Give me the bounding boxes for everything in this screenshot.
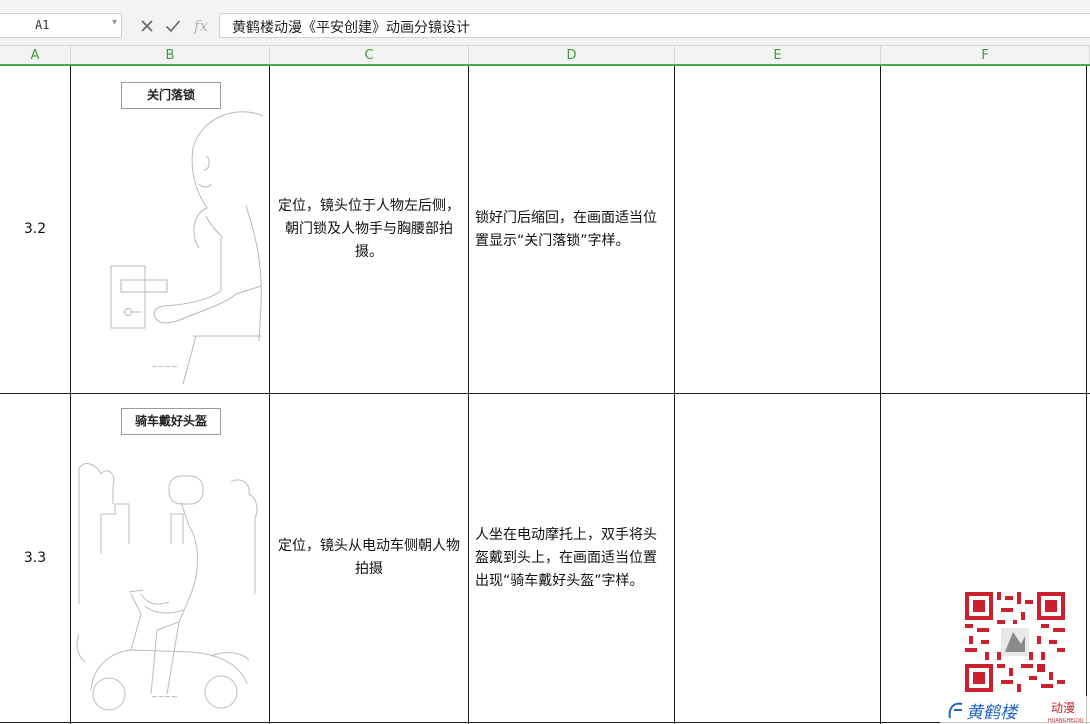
cell-storyboard-image[interactable]: 关门落锁 ~~~~ — [71, 66, 269, 393]
cell-shot-number[interactable]: 3.3 — [0, 394, 70, 722]
grid-line — [1086, 66, 1087, 724]
confirm-icon[interactable] — [165, 19, 181, 33]
sheet-grid: 3.2 关门落锁 ~~~~ 定位，镜头位于人物左后侧，朝门锁及人物手与胸腰部拍摄… — [0, 66, 1090, 724]
shot-number: 3.2 — [23, 221, 47, 237]
door-lock-sketch — [110, 111, 264, 385]
formula-input[interactable]: 黄鹤楼动漫《平安创建》动画分镜设计 — [219, 13, 1090, 38]
qr-code-icon — [965, 592, 1065, 692]
logo-tag: 动漫 — [1051, 701, 1075, 715]
chevron-down-icon[interactable]: ▾ — [112, 17, 117, 28]
cell-description[interactable]: 人坐在电动摩托上，双手将头盔戴到头上，在画面适当位置出现“骑车戴好头盔”字样。 — [469, 394, 674, 722]
column-header-d[interactable]: D — [469, 46, 675, 64]
cell-empty-f[interactable] — [881, 66, 1086, 393]
logo-brand: 黄鹤楼 — [966, 703, 1019, 723]
brand-logo: 黄鹤楼 动漫 HUANGHELOU — [940, 696, 1090, 724]
insert-function-icon[interactable]: fx — [194, 17, 208, 35]
column-header-c[interactable]: C — [270, 46, 469, 64]
description: 锁好门后缩回，在画面适当位置显示“关门落锁”字样。 — [475, 209, 657, 249]
cell-shot-number[interactable]: 3.2 — [0, 66, 70, 393]
formula-tools: fx — [140, 13, 208, 38]
storyboard-caption: 关门落锁 — [121, 82, 221, 109]
scooter-helmet-sketch — [76, 463, 258, 711]
column-header-f[interactable]: F — [881, 46, 1090, 64]
column-header-a[interactable]: A — [0, 46, 71, 64]
logo-latin: HUANGHELOU — [1048, 718, 1084, 724]
cancel-icon[interactable] — [140, 19, 154, 33]
storyboard-caption: 骑车戴好头盔 — [121, 408, 221, 435]
description: 人坐在电动摩托上，双手将头盔戴到头上，在画面适当位置出现“骑车戴好头盔”字样。 — [475, 526, 657, 589]
cell-description[interactable]: 锁好门后缩回，在画面适当位置显示“关门落锁”字样。 — [469, 66, 674, 393]
column-header-b[interactable]: B — [71, 46, 270, 64]
cell-reference: A1 — [35, 18, 50, 32]
cell-empty-e[interactable] — [675, 66, 880, 393]
cell-storyboard-image[interactable]: 骑车戴好头盔 ~~~~ — [71, 394, 269, 722]
formula-content: 黄鹤楼动漫《平安创建》动画分镜设计 — [232, 20, 470, 36]
cell-camera-note[interactable]: 定位，镜头位于人物左后侧，朝门锁及人物手与胸腰部拍摄。 — [270, 66, 468, 393]
shot-number: 3.3 — [23, 549, 47, 566]
cell-camera-note[interactable]: 定位，镜头从电动车侧朝人物拍摄 — [270, 394, 468, 722]
camera-note: 定位，镜头位于人物左后侧，朝门锁及人物手与胸腰部拍摄。 — [278, 198, 460, 260]
formula-bar: A1 ▾ fx 黄鹤楼动漫《平安创建》动画分镜设计 — [0, 0, 1090, 46]
column-headers: A B C D E F — [0, 46, 1090, 66]
cell-empty-e[interactable] — [675, 394, 880, 722]
watermark: ~~~~ — [151, 362, 178, 371]
watermark: ~~~~ — [151, 692, 178, 701]
name-box[interactable]: A1 ▾ — [0, 13, 122, 38]
column-header-e[interactable]: E — [675, 46, 881, 64]
grid-line — [0, 722, 1090, 723]
camera-note: 定位，镜头从电动车侧朝人物拍摄 — [278, 538, 460, 577]
